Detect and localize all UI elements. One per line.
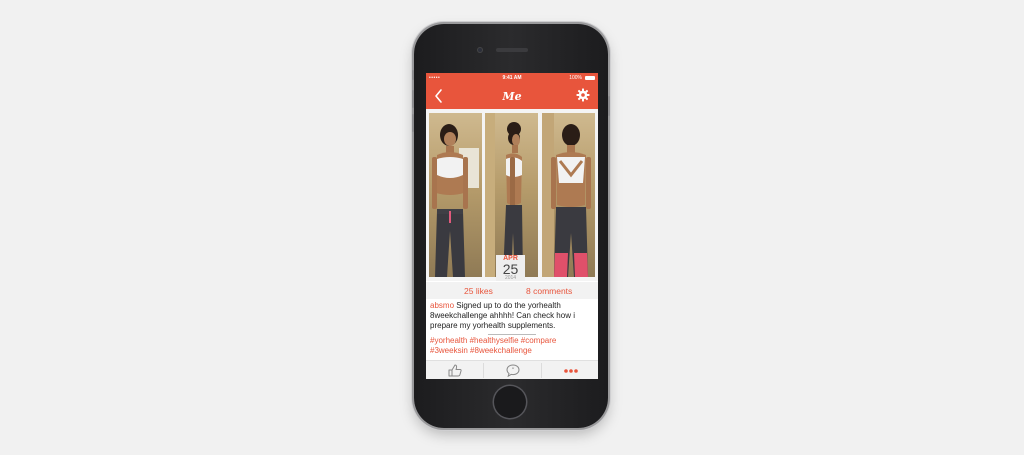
hashtag[interactable]: #compare xyxy=(521,336,557,345)
comments-count[interactable]: 8 comments xyxy=(526,286,572,296)
earpiece-speaker xyxy=(496,48,528,52)
volume-up-button xyxy=(412,90,414,108)
app-header: ••••• 9:41 AM 100% Me xyxy=(426,73,598,109)
post-caption: absmo Signed up to do the yorhealth 8wee… xyxy=(430,301,594,331)
app-screen: ••••• 9:41 AM 100% Me APR 25 2014 25 lik… xyxy=(426,73,598,379)
power-button xyxy=(608,96,610,116)
progress-photo-strip[interactable]: APR 25 2014 xyxy=(426,109,598,281)
status-bar: ••••• 9:41 AM 100% xyxy=(426,73,598,83)
page-title: Me xyxy=(502,90,522,103)
settings-button[interactable] xyxy=(576,88,590,102)
photo-side[interactable] xyxy=(485,113,538,277)
hashtag[interactable]: #8weekchallenge xyxy=(470,346,532,355)
back-pose-figure xyxy=(542,113,591,277)
volume-down-button xyxy=(412,114,414,132)
thumbs-up-icon xyxy=(448,364,462,377)
hashtag-list: #yorhealth #healthyselfie #compare #3wee… xyxy=(430,336,594,356)
battery-percent: 100% xyxy=(569,75,582,81)
svg-text:”: ” xyxy=(511,367,514,374)
likes-count[interactable]: 25 likes xyxy=(464,286,493,296)
hashtag[interactable]: #healthyselfie xyxy=(470,336,519,345)
comment-button[interactable]: ” xyxy=(484,361,541,379)
front-camera xyxy=(477,47,483,53)
battery-icon xyxy=(585,76,595,80)
date-day: 25 xyxy=(502,261,519,277)
photo-front[interactable] xyxy=(429,113,482,277)
hashtag[interactable]: #3weeksin xyxy=(430,346,468,355)
front-pose-figure xyxy=(432,124,479,277)
post-action-bar: ” xyxy=(426,360,598,379)
caption-divider xyxy=(488,334,536,335)
gear-icon xyxy=(576,88,590,102)
hashtag[interactable]: #yorhealth xyxy=(430,336,467,345)
engagement-counts: 25 likes 8 comments xyxy=(426,282,598,299)
post-date-badge: APR 25 2014 xyxy=(496,255,525,281)
speech-bubble-icon: ” xyxy=(505,364,520,377)
like-button[interactable] xyxy=(426,361,483,379)
more-button[interactable] xyxy=(542,361,598,379)
home-button[interactable] xyxy=(494,386,526,418)
silent-switch xyxy=(412,70,414,80)
photo-back[interactable] xyxy=(542,113,595,277)
date-year: 2014 xyxy=(504,275,517,281)
side-pose-figure xyxy=(485,113,523,277)
post-username[interactable]: absmo xyxy=(430,301,454,310)
more-dots-icon xyxy=(563,368,578,373)
